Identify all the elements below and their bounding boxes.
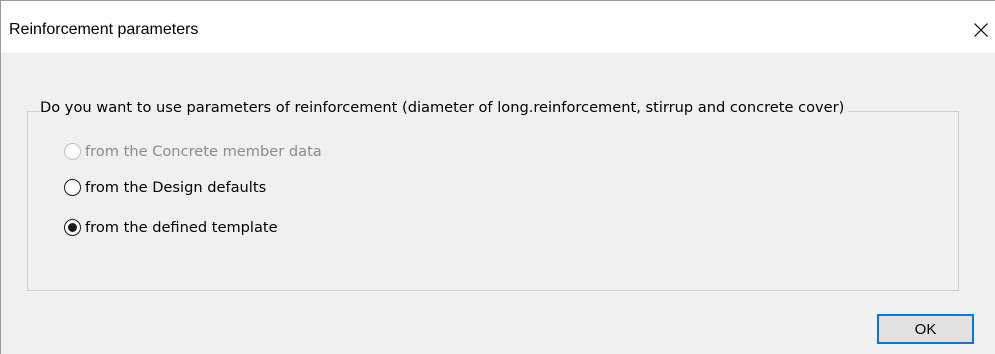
ok-button-label: OK: [914, 320, 937, 338]
groupbox-caption: Do you want to use parameters of reinfor…: [40, 99, 849, 116]
ok-button[interactable]: OK: [877, 314, 974, 344]
radio-button[interactable]: [64, 143, 81, 160]
title-bar: Reinforcement parameters: [1, 1, 995, 53]
close-icon: [974, 23, 988, 37]
reinforcement-parameters-dialog: Reinforcement parameters Do you want to …: [0, 0, 995, 354]
reinforcement-source-groupbox: [27, 111, 959, 291]
close-button[interactable]: [967, 13, 995, 47]
radio-option-defined-template[interactable]: from the defined template: [64, 219, 278, 236]
radio-button-selected[interactable]: [64, 219, 81, 236]
radio-selected-dot: [68, 223, 77, 232]
radio-option-design-defaults[interactable]: from the Design defaults: [64, 179, 266, 196]
radio-label: from the defined template: [85, 219, 278, 236]
radio-option-concrete-member-data[interactable]: from the Concrete member data: [64, 143, 322, 160]
window-title: Reinforcement parameters: [9, 21, 199, 38]
radio-label: from the Concrete member data: [85, 143, 322, 160]
radio-label: from the Design defaults: [85, 179, 267, 196]
radio-button[interactable]: [64, 179, 81, 196]
